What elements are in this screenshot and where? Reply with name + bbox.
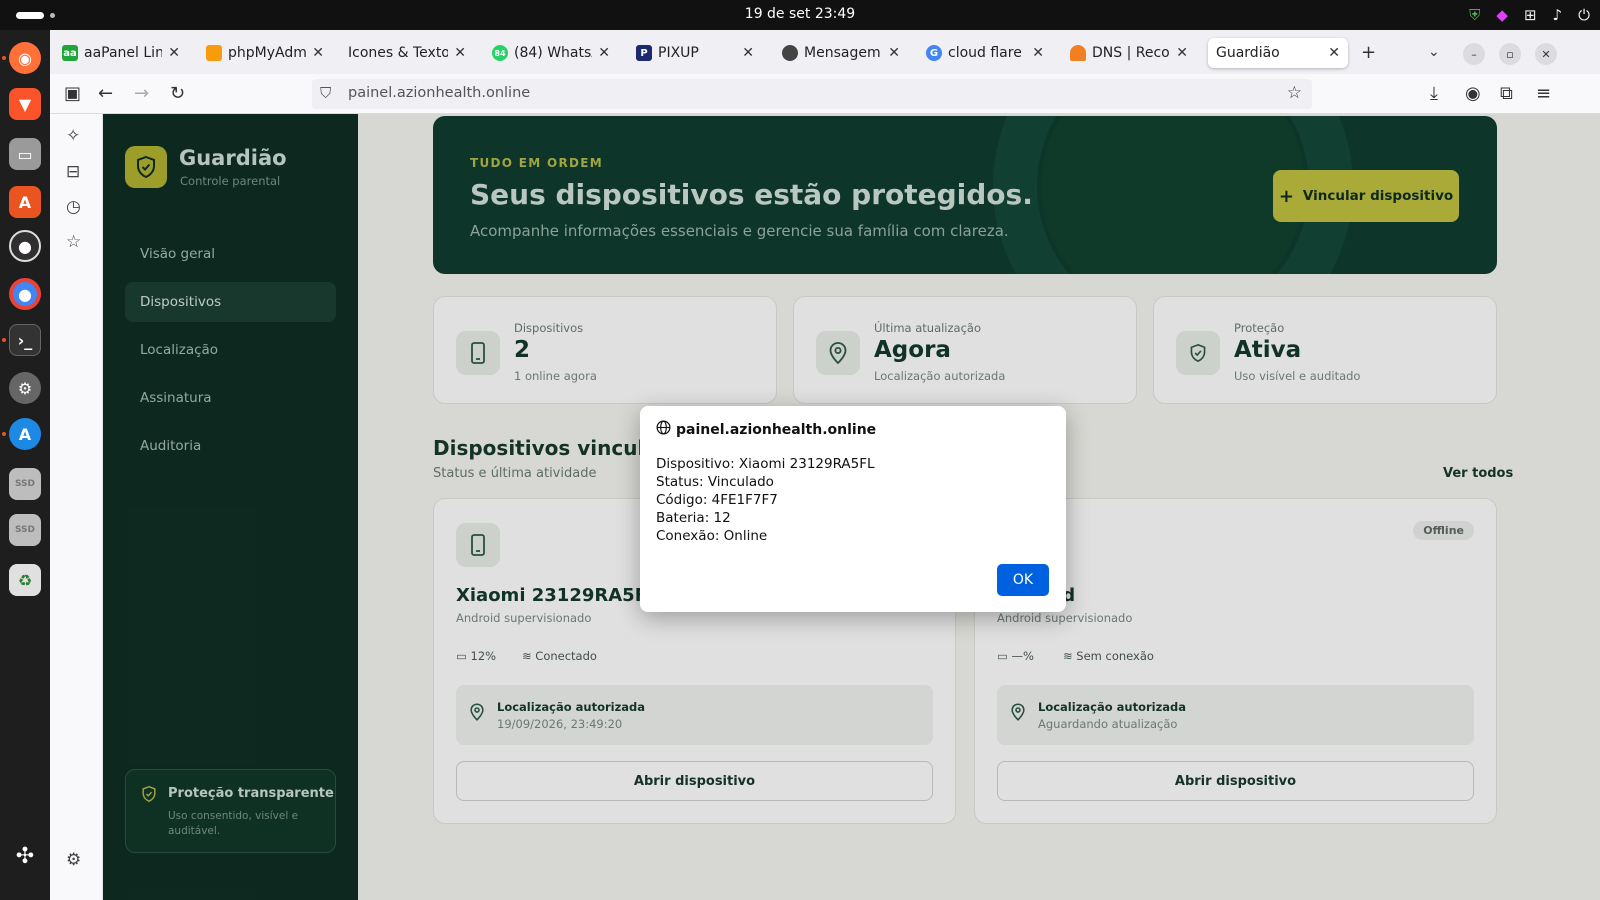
alert-header: painel.azionhealth.online — [656, 420, 876, 439]
tab-title: phpMyAdmin — [228, 45, 307, 61]
system-top-bar: 19 de set 23:49 ⛨ ◆ ⊞ ♪ ⏻ — [0, 0, 1600, 30]
customize-sidebar-icon[interactable]: ⚙ — [66, 850, 81, 870]
alert-line: Status: Vinculado — [656, 474, 774, 490]
history-icon[interactable]: ◷ — [66, 197, 81, 217]
alert-line: Código: 4FE1F7F7 — [656, 492, 778, 508]
tab-guardiao[interactable]: Guardião ✕ — [1208, 38, 1348, 68]
running-indicator — [2, 56, 6, 60]
tab-title: Icones & Textos - — [348, 45, 449, 61]
url-text[interactable]: painel.azionhealth.online — [348, 85, 530, 101]
running-indicator — [2, 338, 6, 342]
close-icon[interactable]: ✕ — [742, 45, 754, 61]
sidebar-toggle-icon[interactable]: ▣ — [64, 83, 81, 104]
close-icon[interactable]: ✕ — [1176, 45, 1188, 61]
back-icon[interactable]: ← — [98, 83, 113, 104]
close-icon[interactable]: ✕ — [598, 45, 610, 61]
shield-tray-icon[interactable]: ⛨ — [1469, 5, 1480, 25]
browser-sidebar: ✧ ⊟ ◷ ☆ ⚙ — [50, 114, 103, 900]
tab-title: (84) WhatsAp — [514, 45, 592, 61]
ai-sparkle-icon[interactable]: ✧ — [66, 126, 80, 146]
app-tray-icon[interactable]: ◆ — [1496, 5, 1508, 25]
close-window-icon[interactable]: ✕ — [1535, 43, 1557, 65]
tab-whatsapp[interactable]: 84 (84) WhatsAp ✕ — [484, 38, 618, 68]
system-tray[interactable]: ⛨ ◆ ⊞ ♪ ⏻ — [1469, 5, 1590, 25]
running-indicator — [2, 432, 6, 436]
close-icon[interactable]: ✕ — [168, 45, 180, 61]
software-center-icon[interactable]: A — [9, 186, 41, 218]
tab-aapanel[interactable]: aa aaPanel Linux ✕ — [54, 38, 188, 68]
forward-icon[interactable]: → — [134, 83, 149, 104]
firefox-icon[interactable]: ◉ — [9, 42, 41, 74]
bookmarks-icon[interactable]: ☆ — [66, 232, 81, 252]
trash-icon[interactable]: ♻ — [9, 564, 41, 596]
close-icon[interactable]: ✕ — [312, 45, 324, 61]
synced-tabs-icon[interactable]: ⊟ — [66, 162, 80, 182]
tracking-shield-icon[interactable]: ⛉ — [320, 84, 331, 102]
volume-icon[interactable]: ♪ — [1553, 5, 1563, 25]
tab-favicon — [206, 45, 222, 61]
whatsapp-icon: 84 — [492, 45, 508, 61]
account-icon[interactable]: ◉ — [1465, 83, 1481, 104]
tab-title: PIXUP — [658, 45, 699, 61]
tab-title: aaPanel Linux — [84, 45, 163, 61]
tab-phpmyadmin[interactable]: phpMyAdmin ✕ — [198, 38, 332, 68]
ok-button[interactable]: OK — [997, 564, 1049, 596]
dock: ◉ ▼ ▭ A ● ● ›_ ⚙ A SSD SSD ♻ ✣ — [0, 30, 50, 900]
downloads-icon[interactable]: ⤓ — [1430, 83, 1438, 104]
maximize-icon[interactable]: ▫ — [1499, 43, 1521, 65]
minimize-icon[interactable]: – — [1463, 43, 1485, 65]
terminal-icon[interactable]: ›_ — [9, 324, 41, 356]
tab-cloudflare-search[interactable]: G cloud flare - P ✕ — [918, 38, 1052, 68]
close-icon[interactable]: ✕ — [454, 45, 466, 61]
tab-pixup[interactable]: P PIXUP ✕ — [628, 38, 762, 68]
alert-dialog: painel.azionhealth.online Dispositivo: X… — [640, 406, 1066, 612]
tab-mensagem[interactable]: Mensagem so ✕ — [774, 38, 908, 68]
alert-line: Bateria: 12 — [656, 510, 731, 526]
app-store-icon[interactable]: A — [9, 418, 41, 450]
new-tab-icon[interactable]: + — [1361, 42, 1376, 63]
menu-icon[interactable]: ≡ — [1536, 83, 1551, 104]
tab-icones[interactable]: Icones & Textos - ✕ — [340, 38, 474, 68]
cloudflare-icon — [1070, 45, 1086, 61]
tab-dns-records[interactable]: DNS | Records ✕ — [1062, 38, 1196, 68]
tab-favicon: aa — [62, 45, 78, 61]
system-clock[interactable]: 19 de set 23:49 — [0, 6, 1600, 22]
chrome-icon[interactable]: ● — [9, 278, 41, 310]
extensions-icon[interactable]: ⧉ — [1500, 83, 1513, 104]
globe-icon — [656, 420, 671, 439]
ssd-drive-icon[interactable]: SSD — [9, 468, 41, 500]
files-icon[interactable]: ▭ — [9, 138, 41, 170]
google-icon: G — [926, 45, 942, 61]
show-apps-icon[interactable]: ✣ — [9, 840, 41, 872]
close-icon[interactable]: ✕ — [1032, 45, 1044, 61]
tab-favicon: P — [636, 45, 652, 61]
network-icon[interactable]: ⊞ — [1524, 5, 1537, 25]
close-icon[interactable]: ✕ — [1328, 45, 1340, 61]
tab-title: Guardião — [1216, 45, 1280, 61]
alert-line: Dispositivo: Xiaomi 23129RA5FL — [656, 456, 875, 472]
tab-list-icon[interactable]: ⌄ — [1428, 44, 1440, 60]
reload-icon[interactable]: ↻ — [170, 83, 185, 104]
alert-line: Conexão: Online — [656, 528, 768, 544]
alert-origin: painel.azionhealth.online — [676, 421, 877, 438]
navigation-bar: ▣ ← → ↻ ⛉ painel.azionhealth.online ☆ ⤓ … — [50, 74, 1600, 114]
brave-icon[interactable]: ▼ — [9, 88, 41, 120]
ssd-drive-icon[interactable]: SSD — [9, 514, 41, 546]
bookmark-star-icon[interactable]: ☆ — [1287, 83, 1302, 103]
close-icon[interactable]: ✕ — [888, 45, 900, 61]
power-icon[interactable]: ⏻ — [1578, 5, 1590, 25]
tab-title: Mensagem so — [804, 45, 882, 61]
tab-title: DNS | Records — [1092, 45, 1170, 61]
openai-icon — [782, 45, 798, 61]
tab-strip: aa aaPanel Linux ✕ phpMyAdmin ✕ Icones &… — [50, 30, 1600, 74]
tab-title: cloud flare - P — [948, 45, 1026, 61]
obs-icon[interactable]: ● — [9, 230, 41, 262]
address-bar[interactable]: ⛉ painel.azionhealth.online ☆ — [312, 79, 1312, 109]
settings-icon[interactable]: ⚙ — [9, 372, 41, 404]
